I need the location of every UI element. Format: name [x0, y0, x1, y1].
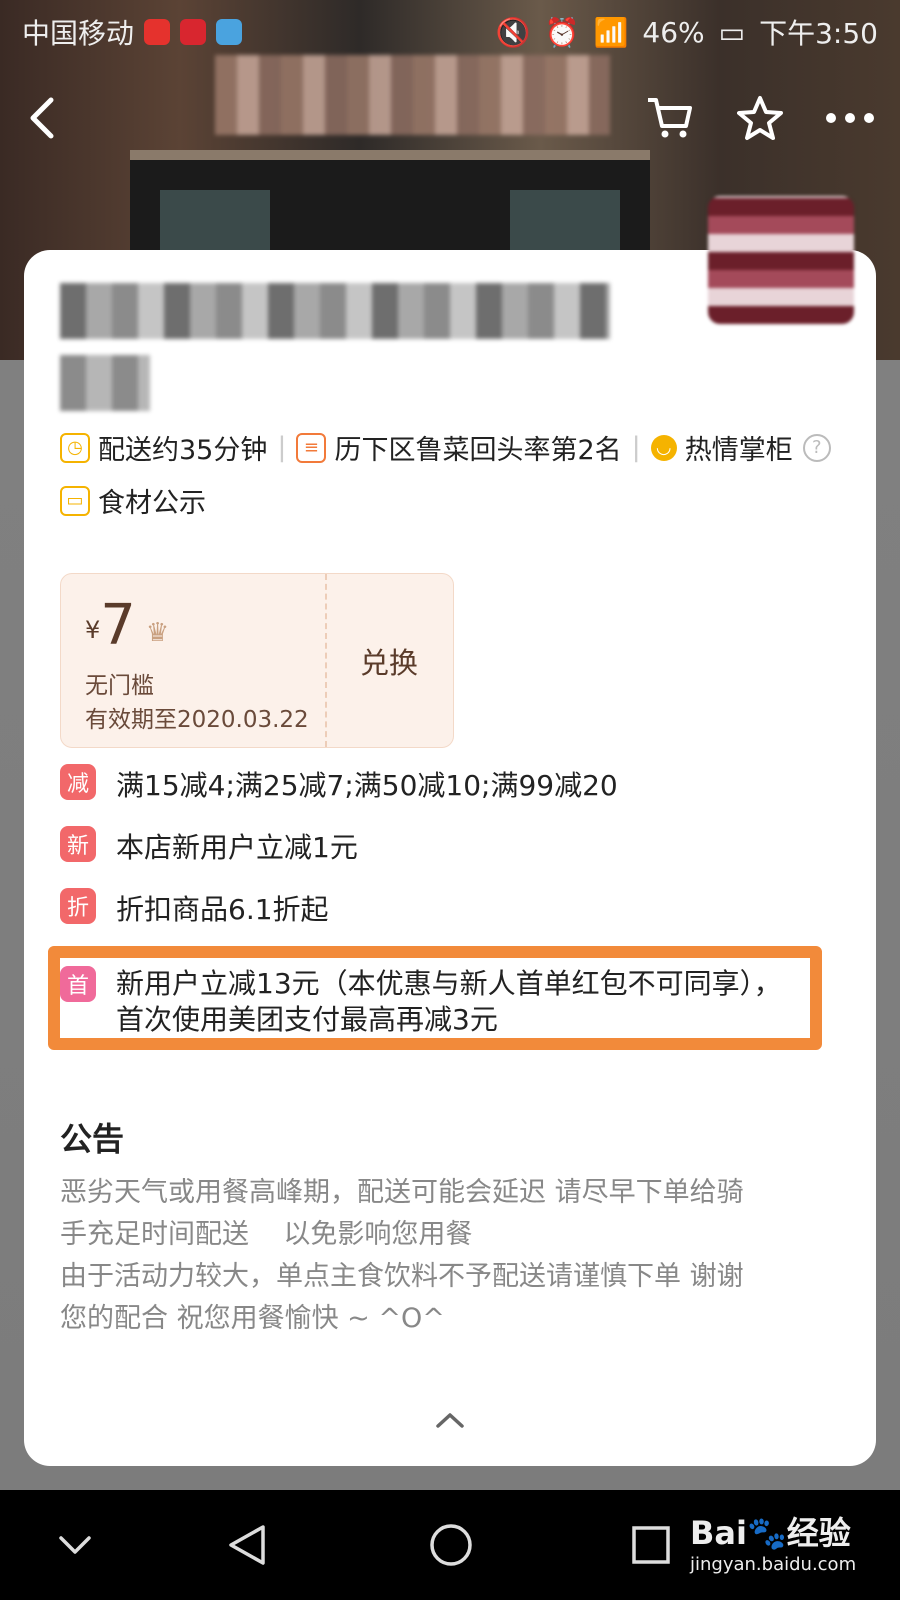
tag-delivery-time: ◷ 配送约35分钟 — [60, 428, 267, 467]
more-icon — [826, 113, 874, 123]
alarm-icon: ⏰ — [544, 15, 580, 49]
more-button[interactable] — [820, 88, 880, 148]
carrier-label: 中国移动 — [22, 17, 135, 50]
home-nav-button[interactable] — [416, 1512, 486, 1578]
help-icon[interactable]: ? — [802, 433, 831, 462]
tag-friendly-owner: ◡ 热情掌柜 — [650, 428, 793, 467]
recents-nav-button[interactable] — [616, 1512, 686, 1578]
ranking-icon: ≡ — [296, 432, 327, 463]
discount-badge: 折 — [60, 888, 96, 924]
back-button[interactable] — [12, 88, 72, 148]
square-recents-icon — [632, 1526, 670, 1564]
redeem-button[interactable]: 兑换 — [325, 574, 453, 747]
back-arrow-icon — [30, 97, 54, 139]
triangle-back-icon — [229, 1525, 265, 1565]
store-tags: ◷ 配送约35分钟 | ≡ 历下区鲁菜回头率第2名 | ◡ 热情掌柜 ? ▭ 食… — [60, 428, 860, 520]
weibo-icon — [144, 19, 171, 45]
chevron-up-icon — [436, 1413, 464, 1428]
promo-full-reduction: 减 满15减4;满25减7;满50减10;满99减20 — [60, 764, 618, 804]
cart-icon — [648, 98, 692, 138]
collapse-button[interactable] — [420, 1400, 480, 1440]
promo-new-customer: 新 本店新用户立减1元 — [60, 826, 358, 866]
back-nav-button[interactable] — [212, 1512, 282, 1578]
chevron-down-icon — [59, 1536, 91, 1554]
ingredients-icon: ▭ — [60, 485, 90, 516]
battery-percent: 46% — [642, 15, 705, 49]
battery-icon: ▭ — [718, 15, 746, 49]
coupon-amount: ¥ 7 ♛ — [85, 593, 170, 658]
baidu-watermark: Bai🐾经验 jingyan.baidu.com — [690, 1514, 857, 1575]
crown-icon: ♛ — [145, 618, 170, 648]
status-bar: 中国移动 🔇 ⏰ 📶 46% ▭ 下午3:50 — [0, 0, 900, 62]
favorite-button[interactable] — [730, 88, 790, 148]
clock-icon: ◷ — [60, 432, 90, 463]
new-badge: 新 — [60, 826, 96, 862]
tag-ranking: ≡ 历下区鲁菜回头率第2名 — [296, 428, 622, 467]
paw-icon: 🐾 — [746, 1514, 787, 1552]
blurred-store-name — [60, 283, 610, 339]
reduce-badge: 减 — [60, 764, 96, 800]
tag-ingredients[interactable]: ▭ 食材公示 — [60, 481, 206, 520]
notice-text: 恶劣天气或用餐高峰期，配送可能会延迟 请尽早下单给骑 手充足时间配送 以免影响您… — [60, 1177, 744, 1334]
first-order-badge: 首 — [60, 966, 96, 1002]
coupon-card: ¥ 7 ♛ 无门槛 有效期至2020.03.22 兑换 — [60, 573, 454, 748]
cart-button[interactable] — [640, 88, 700, 148]
blurred-store-name-line2 — [60, 355, 150, 411]
coupon-validity: 有效期至2020.03.22 — [85, 707, 309, 733]
wifi-icon: 📶 — [593, 15, 629, 49]
clock-time: 下午3:50 — [759, 17, 878, 50]
mute-icon: 🔇 — [495, 15, 531, 49]
promo-first-order: 首 新用户立减13元（本优惠与新人首单红包不可同享）， 首次使用美团支付最高再减… — [60, 966, 782, 1038]
shopping-app-icon — [180, 19, 207, 45]
star-icon — [737, 96, 783, 140]
store-avatar — [708, 196, 854, 324]
promo-discount: 折 折扣商品6.1折起 — [60, 888, 329, 928]
coupon-condition: 无门槛 — [85, 673, 154, 699]
chat-app-icon — [216, 19, 243, 45]
hide-keyboard-button[interactable] — [40, 1512, 110, 1578]
smile-icon: ◡ — [650, 434, 677, 461]
home-circle-icon — [430, 1524, 472, 1566]
top-bar — [0, 88, 900, 158]
notice-title: 公告 — [60, 1120, 125, 1158]
